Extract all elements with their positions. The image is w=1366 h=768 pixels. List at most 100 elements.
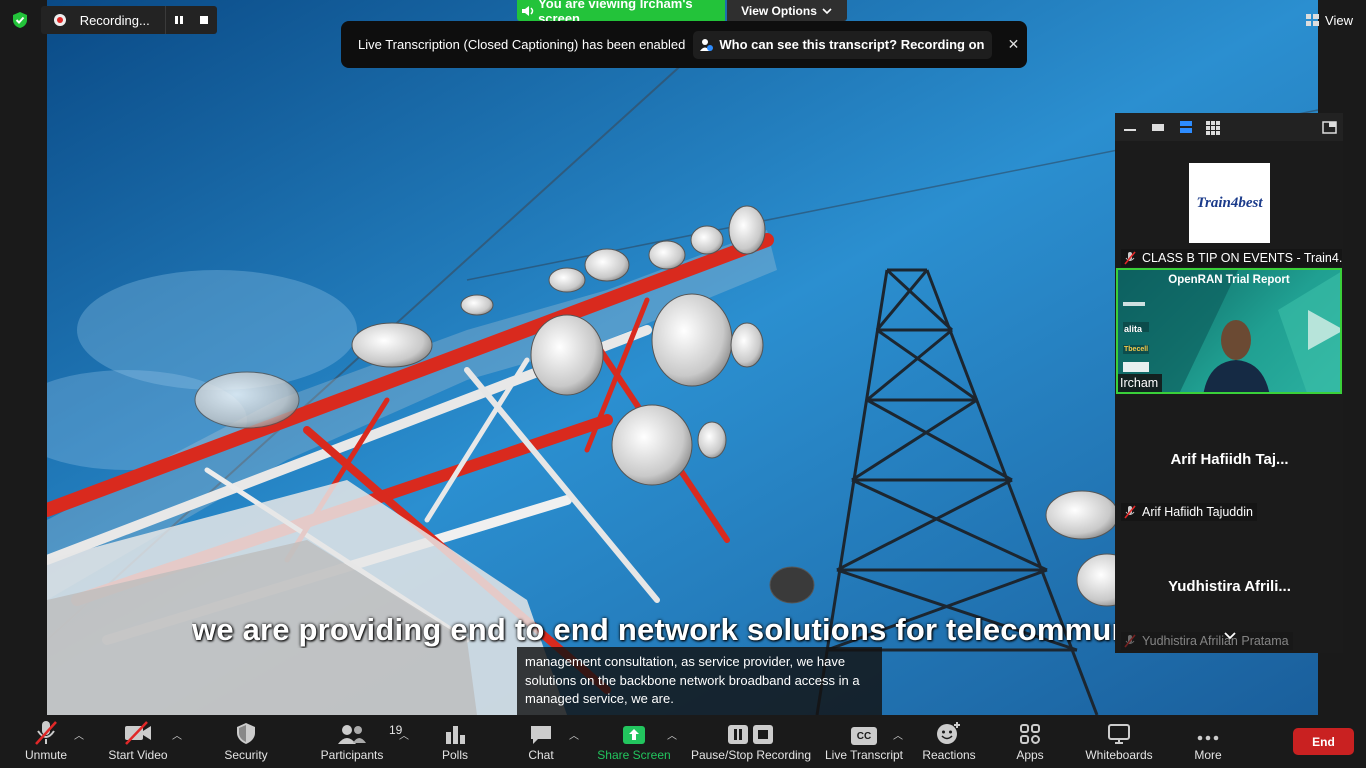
toolbar-label: Unmute <box>24 748 68 762</box>
participant-name: CLASS B TIP ON EVENTS - Train4... <box>1142 251 1342 265</box>
viewing-screen-banner: You are viewing Ircham's screen <box>517 0 725 26</box>
whiteboards-button[interactable]: Whiteboards <box>1080 715 1158 768</box>
speaker-view-icon[interactable] <box>1151 121 1165 133</box>
minimize-icon[interactable] <box>1123 121 1137 133</box>
zoom-meeting-window: we are providing end to end network solu… <box>0 0 1366 768</box>
mic-muted-icon <box>1124 634 1136 648</box>
screen-share-speaker-icon <box>522 5 534 16</box>
share-screen-icon <box>623 726 645 744</box>
participant-name-tag: CLASS B TIP ON EVENTS - Train4... <box>1121 249 1342 267</box>
polls-icon <box>446 726 465 744</box>
chevron-up-icon[interactable]: ︿ <box>399 727 409 742</box>
start-video-button[interactable]: Start Video <box>105 715 171 768</box>
security-button[interactable]: Security <box>218 715 274 768</box>
toolbar-label: Reactions <box>922 748 976 762</box>
toolbar-label: More <box>1194 748 1222 762</box>
pause-icon <box>175 16 184 24</box>
toolbar-label: Polls <box>441 748 468 762</box>
view-options-button[interactable]: View Options <box>727 0 847 21</box>
slide-logo-tbecell: Tbecell <box>1124 346 1149 353</box>
logo-text: Train4best <box>1196 194 1263 211</box>
stop-icon <box>200 16 209 24</box>
apps-icon <box>1020 724 1040 744</box>
participant-tile[interactable]: Arif Hafiidh Taj... Arif Hafiidh Tajuddi… <box>1117 397 1342 523</box>
notice-text: Live Transcription (Closed Captioning) h… <box>358 37 686 52</box>
close-icon[interactable]: ✕ <box>1006 36 1020 53</box>
participant-name-tag: Yudhistira Afrilian Pratama <box>1121 632 1293 650</box>
chevron-up-icon[interactable]: ︿ <box>569 727 579 742</box>
chevron-up-icon[interactable]: ︿ <box>893 727 903 742</box>
stop-recording-button[interactable] <box>192 6 217 34</box>
gallery-toolbar <box>1115 113 1343 141</box>
share-screen-button[interactable]: Share Screen <box>596 715 672 768</box>
live-transcript-button[interactable]: CC Live Transcript <box>824 715 904 768</box>
more-icon <box>1197 735 1219 741</box>
chat-icon <box>531 726 551 744</box>
view-options-label: View Options <box>741 3 817 18</box>
encryption-shield-icon[interactable] <box>11 11 29 29</box>
view-label: View <box>1325 12 1353 28</box>
grid-view-icon <box>1306 14 1320 26</box>
notice-link-label: Who can see this transcript? Recording o… <box>719 37 985 52</box>
participant-name: Yudhistira Afrilian Pratama <box>1142 634 1289 648</box>
chevron-up-icon[interactable]: ︿ <box>172 727 182 742</box>
toolbar-label: Security <box>224 748 268 762</box>
chat-button[interactable]: Chat <box>516 715 566 768</box>
participant-display-name: Yudhistira Afrili... <box>1168 578 1291 595</box>
whiteboard-icon <box>1108 724 1130 744</box>
train4best-logo: Train4best <box>1189 163 1270 243</box>
participant-display-name: Arif Hafiidh Taj... <box>1170 451 1289 468</box>
cc-icon: CC <box>851 727 877 745</box>
more-button[interactable]: More <box>1186 715 1230 768</box>
recording-label: Recording... <box>79 12 150 28</box>
toolbar-label: Live Transcript <box>824 748 904 762</box>
toolbar-label: Pause/Stop Recording <box>690 748 812 762</box>
apps-button[interactable]: Apps <box>1006 715 1054 768</box>
participants-icon <box>338 725 366 744</box>
transcription-notice: Live Transcription (Closed Captioning) h… <box>341 21 1027 68</box>
slide-logo-alita: alita <box>1124 324 1143 334</box>
person-info-icon <box>700 38 714 51</box>
strip-view-icon[interactable] <box>1179 121 1193 133</box>
participant-tile[interactable]: Yudhistira Afrili... Yudhistira Afrilian… <box>1117 525 1342 651</box>
meeting-toolbar: Unmute ︿ Start Video ︿ Security 19 Parti… <box>0 715 1366 768</box>
mic-off-icon <box>35 721 57 745</box>
toolbar-label: Participants <box>320 748 384 762</box>
mic-muted-icon <box>1124 505 1136 519</box>
slide-title: OpenRAN Trial Report <box>1168 274 1290 286</box>
chevron-down-icon <box>822 7 832 14</box>
toolbar-label: Whiteboards <box>1085 748 1153 762</box>
reactions-button[interactable]: Reactions <box>920 715 978 768</box>
reactions-icon <box>937 722 960 744</box>
transcript-text: management consultation, as service prov… <box>525 654 860 706</box>
participant-name: Ircham <box>1120 376 1159 390</box>
participant-name-tag: Arif Hafiidh Tajuddin <box>1121 503 1257 521</box>
live-transcript-box: management consultation, as service prov… <box>517 647 882 715</box>
unmute-button[interactable]: Unmute <box>18 715 74 768</box>
participant-gallery: Train4best CLASS B TIP ON EVENTS - Train… <box>1115 113 1343 653</box>
pause-stop-recording-button[interactable]: Pause/Stop Recording <box>690 715 812 768</box>
participant-tile[interactable]: Train4best CLASS B TIP ON EVENTS - Train… <box>1117 141 1342 267</box>
participant-tile-active-speaker[interactable]: OpenRAN Trial Report alita Tbecell Ircha… <box>1116 268 1342 394</box>
toolbar-label: Start Video <box>108 748 168 762</box>
recording-dot-icon <box>54 14 66 26</box>
end-meeting-button[interactable]: End <box>1293 728 1354 755</box>
participants-button[interactable]: 19 Participants <box>316 715 403 768</box>
chevron-up-icon[interactable]: ︿ <box>667 727 677 742</box>
shield-icon <box>237 723 255 744</box>
chevron-up-icon[interactable]: ︿ <box>74 727 84 742</box>
polls-button[interactable]: Polls <box>430 715 480 768</box>
who-can-see-transcript-link[interactable]: Who can see this transcript? Recording o… <box>693 30 993 59</box>
toolbar-label: Apps <box>1016 748 1044 762</box>
video-off-icon <box>125 721 151 745</box>
mic-muted-icon <box>1124 251 1136 265</box>
popout-icon[interactable] <box>1322 121 1337 134</box>
participant-name-tag: Ircham <box>1118 374 1163 392</box>
pause-stop-icon <box>728 725 773 744</box>
toolbar-label: Share Screen <box>597 748 671 762</box>
pause-recording-button[interactable] <box>166 6 191 34</box>
gallery-grid-icon[interactable] <box>1206 121 1220 135</box>
participant-name: Arif Hafiidh Tajuddin <box>1142 505 1253 519</box>
scroll-down-chevron-icon[interactable] <box>1223 631 1237 641</box>
view-button[interactable]: View <box>1302 8 1357 32</box>
